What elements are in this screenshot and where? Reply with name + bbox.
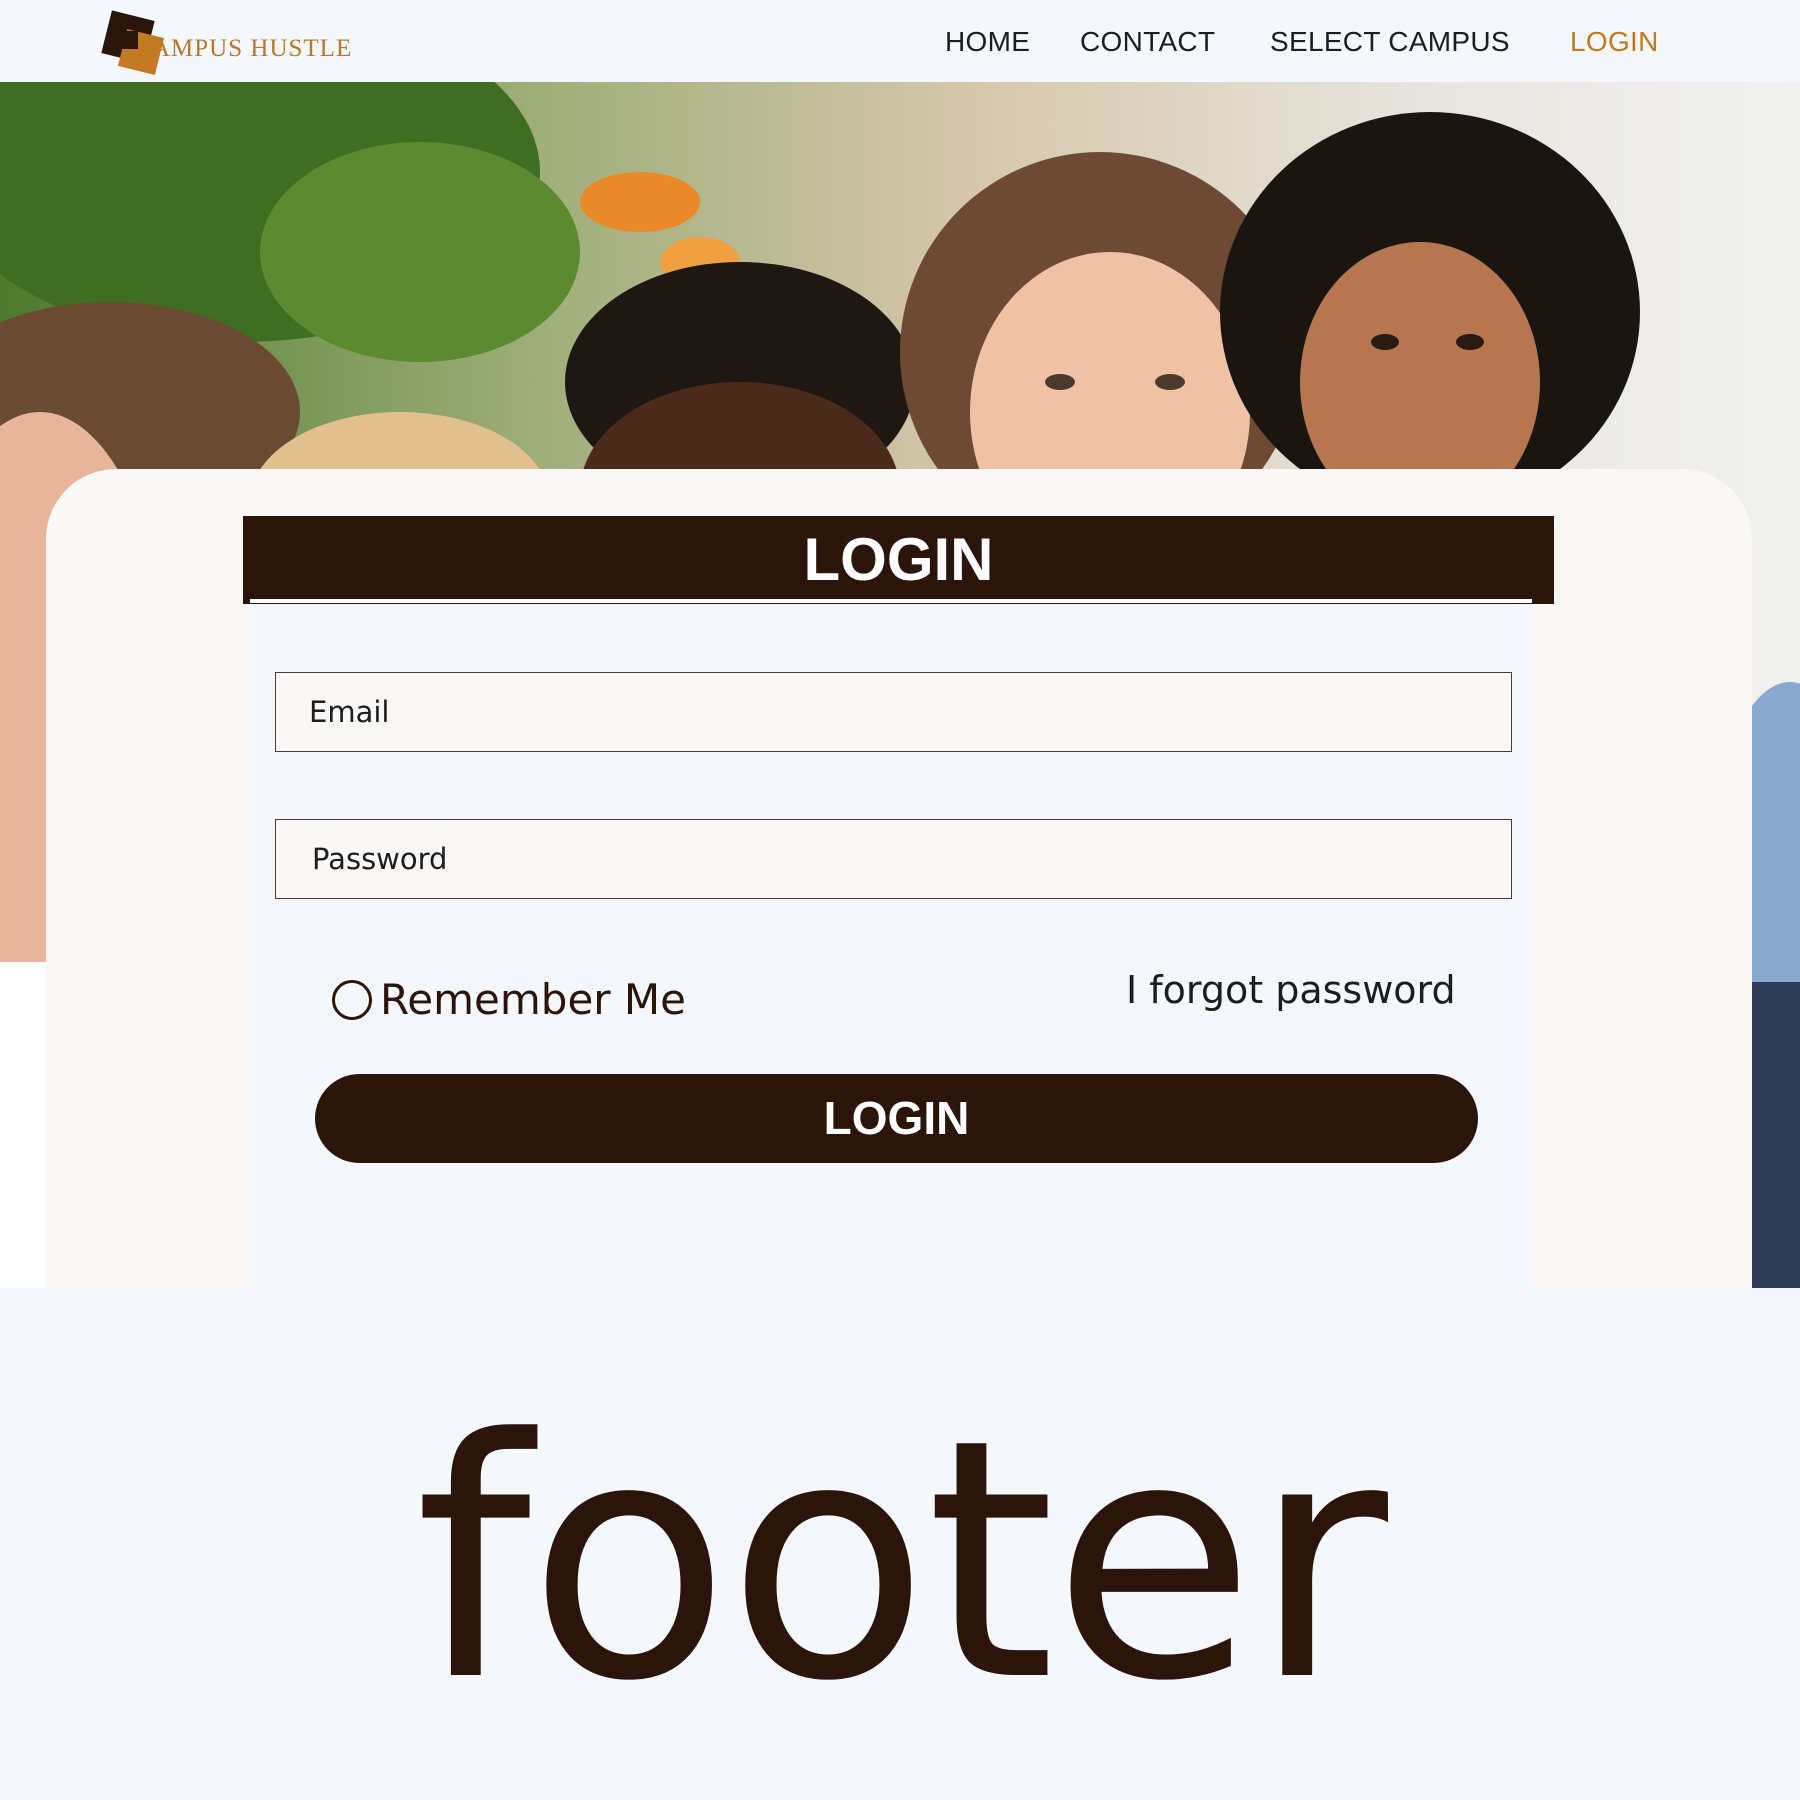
remember-me-label: Remember Me [380, 975, 686, 1024]
navbar: AMPUS HUSTLE HOME CONTACT SELECT CAMPUS … [0, 0, 1800, 82]
footer-text: footer [414, 1369, 1388, 1753]
nav-select-campus-link[interactable]: SELECT CAMPUS [1270, 26, 1510, 58]
login-title: LOGIN [803, 526, 994, 593]
login-button[interactable]: LOGIN [315, 1074, 1478, 1163]
remember-me-radio[interactable] [332, 979, 372, 1020]
remember-me-option[interactable]: Remember Me [332, 975, 686, 1024]
forgot-password-link[interactable]: I forgot password [1126, 968, 1456, 1012]
footer: footer [0, 1288, 1800, 1800]
password-field[interactable] [275, 819, 1512, 899]
nav-contact-link[interactable]: CONTACT [1080, 26, 1215, 58]
nav-login-link[interactable]: LOGIN [1570, 26, 1659, 58]
nav-home-link[interactable]: HOME [945, 26, 1030, 58]
email-field[interactable] [275, 672, 1512, 752]
campus-hustle-logo[interactable]: AMPUS HUSTLE [101, 10, 353, 76]
logo-text: AMPUS HUSTLE [152, 35, 353, 62]
